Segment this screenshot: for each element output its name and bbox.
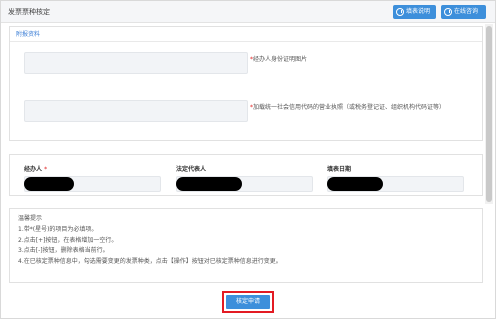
help-button[interactable]: 填表说明 — [393, 5, 436, 19]
title-bar: 发票票种核定 填表说明 在线咨询 — [1, 1, 495, 23]
consult-button-label: 在线咨询 — [454, 8, 479, 15]
dialog-title: 发票票种核定 — [8, 8, 50, 16]
id-photo-hint: *经办人身份证明图片 — [250, 55, 480, 65]
tips-title: 温馨提示 — [18, 215, 43, 222]
business-license-hint: *加载统一社会信用代码的营业执照（或税务登记证、组织机构代码证等） — [250, 103, 480, 113]
redaction-mark — [327, 177, 383, 191]
tip-line-3: 3.点击[-]按钮，删除表格当前行。 — [18, 247, 109, 255]
business-license-upload-field[interactable] — [24, 100, 248, 122]
submit-highlight-box: 核定申请 — [222, 291, 274, 313]
business-license-label: 加载统一社会信用代码的营业执照（或税务登记证、组织机构代码证等） — [253, 104, 446, 111]
help-button-label: 填表说明 — [406, 8, 431, 15]
attachments-section-title: 附报资料 — [10, 27, 482, 42]
agent-label: 经办人 * — [24, 166, 48, 173]
dialog-window: 发票票种核定 填表说明 在线咨询 附报资料 *经办人身份证明图片 *加载统一社会… — [0, 0, 496, 319]
question-circle-icon — [444, 8, 452, 16]
redaction-mark — [24, 177, 74, 191]
attachments-section: 附报资料 *经办人身份证明图片 *加载统一社会信用代码的营业执照（或税务登记证、… — [9, 26, 483, 141]
signers-section: 经办人 * 法定代表人 填表日期 — [9, 154, 483, 196]
required-mark: * — [44, 166, 48, 173]
tip-line-1: 1.带*(星号)的项目为必填项。 — [18, 225, 98, 233]
scrollbar-thumb[interactable] — [486, 26, 492, 202]
tip-line-4: 4.在已核定票种信息中，勾选需要变更的发票种类，点击【操作】按钮对已核定票种信息… — [18, 258, 282, 266]
consult-button[interactable]: 在线咨询 — [441, 5, 486, 19]
id-photo-label: 经办人身份证明图片 — [253, 56, 308, 63]
redaction-mark — [176, 177, 242, 191]
question-circle-icon — [396, 8, 404, 16]
submit-application-button[interactable]: 核定申请 — [226, 295, 270, 309]
fill-date-label: 填表日期 — [327, 166, 352, 173]
tips-section: 温馨提示 1.带*(星号)的项目为必填项。 2.点击[+]按钮，在表格增加一空行… — [9, 208, 483, 283]
id-photo-upload-field[interactable] — [24, 52, 248, 74]
tip-line-2: 2.点击[+]按钮，在表格增加一空行。 — [18, 236, 118, 244]
vertical-scrollbar[interactable] — [485, 24, 493, 204]
legal-rep-label: 法定代表人 — [176, 166, 207, 173]
